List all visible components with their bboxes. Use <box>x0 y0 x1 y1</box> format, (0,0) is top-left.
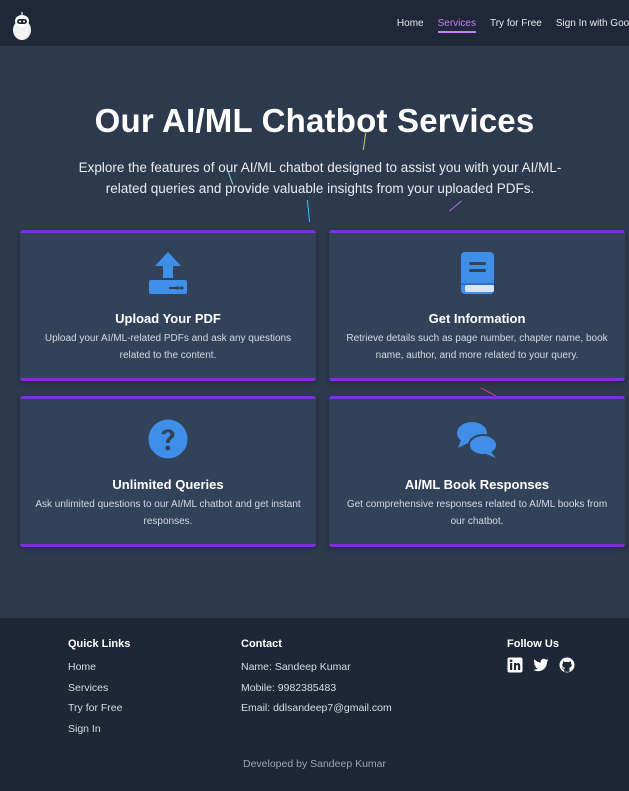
question-circle-icon <box>148 419 188 459</box>
twitter-icon[interactable] <box>533 657 549 673</box>
navbar: Home Services Try for Free Sign In with … <box>0 0 629 46</box>
card-description: Get comprehensive responses related to A… <box>346 499 608 527</box>
page-title: Our AI/ML Chatbot Services <box>94 102 535 139</box>
robot-logo-icon[interactable] <box>11 11 33 41</box>
contact-name: Name: Sandeep Kumar <box>241 661 351 673</box>
book-icon <box>461 252 494 294</box>
footer-link-services[interactable]: Services <box>68 682 108 694</box>
linkedin-icon[interactable] <box>507 657 523 673</box>
contact-heading: Contact <box>241 638 282 650</box>
footer-link-home[interactable]: Home <box>68 661 96 673</box>
nav-link-home[interactable]: Home <box>397 18 424 29</box>
decorative-streak <box>306 200 311 222</box>
card-description: Retrieve details such as page number, ch… <box>346 333 608 361</box>
nav-links: Home Services Try for Free Sign In with … <box>397 0 629 46</box>
footer-link-sign-in[interactable]: Sign In <box>68 723 101 735</box>
service-card-unlimited-queries: Unlimited Queries Ask unlimited question… <box>20 396 316 547</box>
service-card-get-information: Get Information Retrieve details such as… <box>329 230 625 381</box>
card-title: Get Information <box>428 311 526 326</box>
decorative-streak <box>449 200 462 212</box>
service-card-upload: Upload Your PDF Upload your AI/ML-relate… <box>20 230 316 381</box>
card-title: Upload Your PDF <box>115 311 221 326</box>
card-description: Upload your AI/ML-related PDFs and ask a… <box>44 333 292 361</box>
quick-links-heading: Quick Links <box>68 638 131 650</box>
nav-link-sign-in-google[interactable]: Sign In with Googl <box>556 18 629 29</box>
contact-mobile: Mobile: 9982385483 <box>241 682 337 694</box>
developer-credit: Developed by Sandeep Kumar <box>242 758 386 770</box>
service-card-book-responses: AI/ML Book Responses Get comprehensive r… <box>329 396 625 547</box>
card-title: Unlimited Queries <box>112 477 224 492</box>
footer-link-try-for-free[interactable]: Try for Free <box>68 702 122 714</box>
card-title: AI/ML Book Responses <box>404 477 550 492</box>
follow-us-heading: Follow Us <box>507 638 559 650</box>
page-subtitle: Explore the features of our AI/ML chatbo… <box>78 160 562 196</box>
nav-link-try-for-free[interactable]: Try for Free <box>490 18 542 29</box>
github-icon[interactable] <box>559 657 575 673</box>
nav-link-services[interactable]: Services <box>437 18 477 33</box>
comments-icon <box>457 422 498 458</box>
contact-email: Email: ddlsandeep7@gmail.com <box>241 702 392 714</box>
upload-icon <box>149 252 187 294</box>
card-description: Ask unlimited questions to our AI/ML cha… <box>35 499 301 527</box>
